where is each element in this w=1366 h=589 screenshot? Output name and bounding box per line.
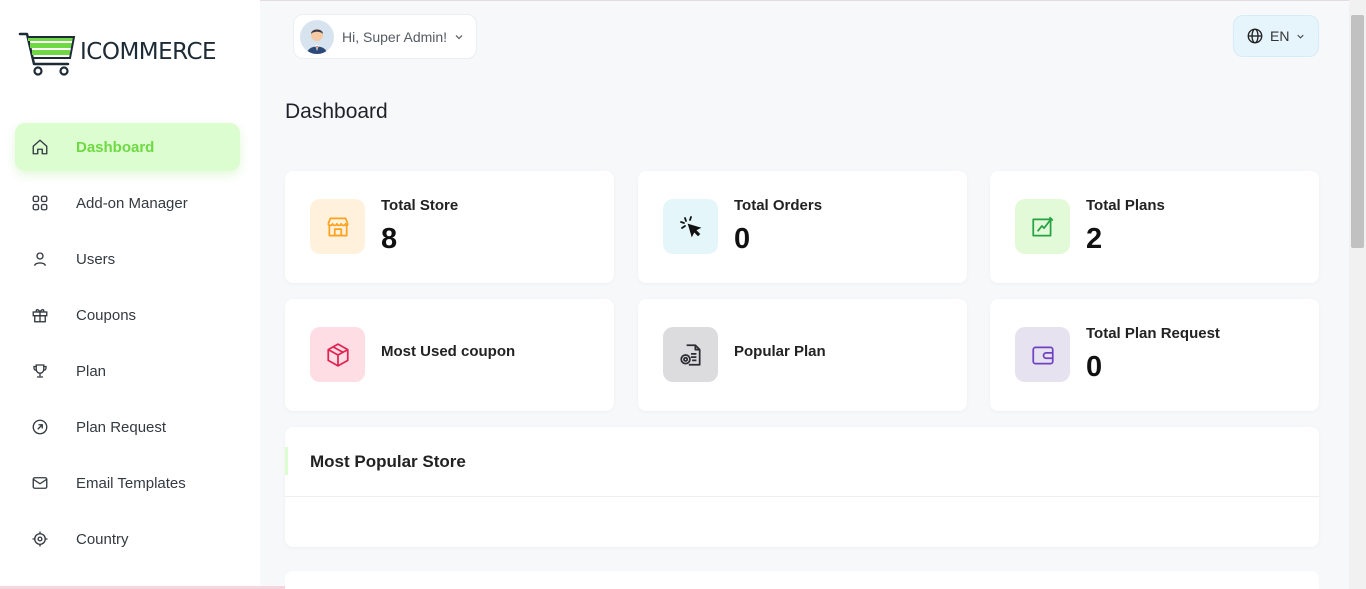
most-popular-store-panel: Most Popular Store xyxy=(285,427,1319,547)
sidebar-item-addon-manager[interactable]: Add-on Manager xyxy=(15,179,240,227)
card-total-store[interactable]: Total Store 8 xyxy=(285,171,614,283)
sidebar-item-label: Country xyxy=(76,530,129,548)
next-panel xyxy=(285,571,1319,589)
sidebar-item-label: Plan xyxy=(76,362,107,380)
wallet-icon xyxy=(1015,327,1070,382)
page-title: Dashboard xyxy=(285,100,388,123)
sidebar-item-email-templates[interactable]: Email Templates xyxy=(15,459,240,507)
language-selector[interactable]: EN xyxy=(1233,15,1319,57)
location-icon xyxy=(30,529,50,549)
brand-name: ICOMMERCE xyxy=(80,39,217,65)
panel-title: Most Popular Store xyxy=(310,452,466,471)
avatar xyxy=(300,19,334,54)
mail-icon xyxy=(30,473,50,493)
card-most-used-coupon[interactable]: Most Used coupon xyxy=(285,299,614,411)
chevron-down-icon xyxy=(453,31,465,43)
scrollbar-thumb[interactable] xyxy=(1351,15,1364,248)
sidebar-item-label: Dashboard xyxy=(76,138,155,156)
sidebar-item-coupons[interactable]: Coupons xyxy=(15,291,240,339)
card-value: 0 xyxy=(1086,351,1103,383)
sidebar-item-label: Coupons xyxy=(76,306,137,324)
globe-icon xyxy=(1246,27,1264,45)
user-icon xyxy=(30,249,50,269)
sidebar-item-users[interactable]: Users xyxy=(15,235,240,283)
box-icon xyxy=(310,327,365,382)
chart-pencil-icon xyxy=(1015,199,1070,254)
store-icon xyxy=(310,199,365,254)
apps-icon xyxy=(30,193,50,213)
sidebar-item-label: Add-on Manager xyxy=(76,194,188,212)
sidebar-item-plan[interactable]: Plan xyxy=(15,347,240,395)
card-label: Total Plans xyxy=(1086,197,1165,214)
sidebar-item-dashboard[interactable]: Dashboard xyxy=(15,123,240,171)
divider xyxy=(285,496,1319,497)
panel-accent xyxy=(285,447,288,475)
card-value: 0 xyxy=(734,223,751,255)
trophy-icon xyxy=(30,361,50,381)
card-label: Total Store xyxy=(381,197,459,214)
sidebar-nav: Dashboard Add-on Manager Users Coupons P… xyxy=(15,123,240,571)
card-value: 8 xyxy=(381,223,398,255)
brand-logo[interactable]: ICOMMERCE xyxy=(18,28,217,76)
card-popular-plan[interactable]: Popular Plan xyxy=(638,299,967,411)
sidebar-item-country[interactable]: Country xyxy=(15,515,240,563)
card-total-plans[interactable]: Total Plans 2 xyxy=(990,171,1319,283)
home-icon xyxy=(30,137,50,157)
user-menu-button[interactable]: Hi, Super Admin! xyxy=(293,14,477,59)
sidebar-item-label: Users xyxy=(76,250,116,268)
sidebar-item-label: Plan Request xyxy=(76,418,167,436)
card-total-orders[interactable]: Total Orders 0 xyxy=(638,171,967,283)
card-value: 2 xyxy=(1086,223,1103,255)
sidebar-item-plan-request[interactable]: Plan Request xyxy=(15,403,240,451)
cart-logo-icon xyxy=(18,32,76,76)
card-label: Popular Plan xyxy=(734,343,826,360)
sidebar: ICOMMERCE Dashboard Add-on Manager Users… xyxy=(0,0,300,589)
arrow-circle-icon xyxy=(30,417,50,437)
card-total-plan-request[interactable]: Total Plan Request 0 xyxy=(990,299,1319,411)
language-label: EN xyxy=(1270,28,1290,44)
user-greeting: Hi, Super Admin! xyxy=(342,28,448,45)
chevron-down-icon xyxy=(1295,31,1306,42)
card-label: Total Plan Request xyxy=(1086,325,1220,342)
cursor-click-icon xyxy=(663,199,718,254)
gift-icon xyxy=(30,305,50,325)
card-label: Total Orders xyxy=(734,197,823,214)
document-gear-icon xyxy=(663,327,718,382)
card-label: Most Used coupon xyxy=(381,343,516,360)
sidebar-item-label: Email Templates xyxy=(76,474,186,492)
